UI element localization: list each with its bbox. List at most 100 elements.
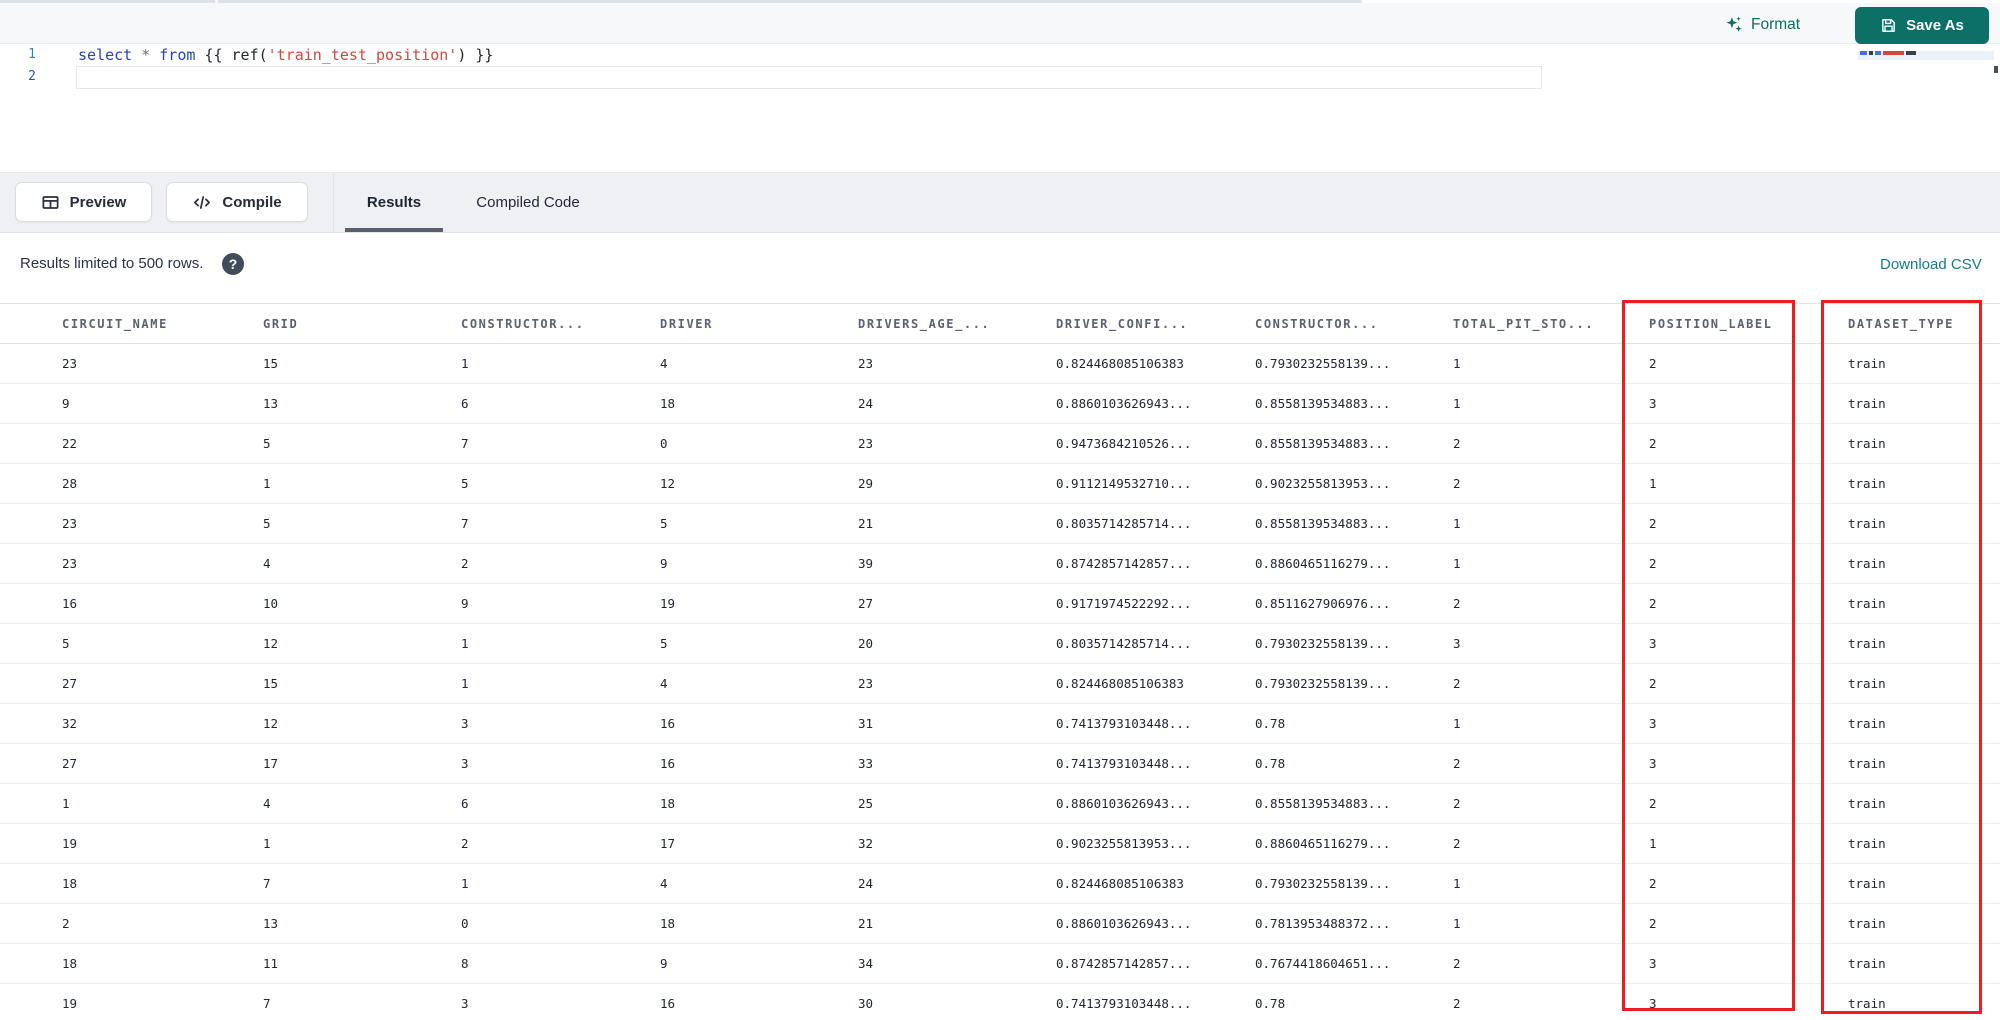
- save-icon: [1880, 17, 1897, 34]
- table-cell: 2: [1453, 463, 1649, 504]
- table-cell: 3: [1453, 623, 1649, 664]
- table-cell: 4: [263, 783, 461, 824]
- action-bar: Preview Compile Results Compiled Code: [0, 172, 2000, 233]
- table-cell: 18: [660, 383, 858, 424]
- editor-toolbar: Format Save As: [0, 3, 2000, 44]
- table-cell: 0.8860103626943...: [1056, 903, 1255, 944]
- table-cell: 23: [0, 503, 263, 544]
- current-line-highlight: [76, 66, 1542, 89]
- column-header-position-label: POSITION_LABEL: [1649, 303, 1848, 344]
- table-cell: 0: [461, 903, 660, 944]
- table-cell: 19: [0, 983, 263, 1020]
- table-cell: 1: [0, 783, 263, 824]
- table-cell: train: [1848, 703, 2000, 744]
- table-cell: 1: [1453, 503, 1649, 544]
- active-tab-underline: [345, 228, 443, 232]
- table-cell: train: [1848, 423, 2000, 464]
- table-cell: 1: [1453, 383, 1649, 424]
- table-cell: 3: [1649, 623, 1848, 664]
- code-editor[interactable]: 1 2 select * from {{ ref('train_test_pos…: [0, 44, 2000, 172]
- table-cell: 3: [1649, 703, 1848, 744]
- table-cell: 7: [263, 863, 461, 904]
- table-cell: 2: [1453, 983, 1649, 1020]
- column-header-drivers-age: DRIVERS_AGE_...: [858, 303, 1056, 344]
- code-icon: [192, 193, 212, 212]
- table-row: 23 15 1 4 23 0.824468085106383 0.7930232558139…: [0, 343, 2000, 384]
- code-token-string: 'train_test_position': [267, 46, 458, 64]
- table-cell: train: [1848, 383, 2000, 424]
- column-header-driver-confi: DRIVER_CONFI...: [1056, 303, 1255, 344]
- table-cell: 2: [1453, 943, 1649, 984]
- table-cell: 15: [263, 663, 461, 704]
- table-cell: 16: [0, 583, 263, 624]
- table-cell: 1: [263, 823, 461, 864]
- results-table-wrap: CIRCUIT_NAME GRID CONSTRUCTOR... DRIVER DRIV…: [0, 303, 2000, 1020]
- table-cell: 3: [461, 983, 660, 1020]
- table-cell: 4: [660, 863, 858, 904]
- table-cell: 16: [660, 743, 858, 784]
- compile-button[interactable]: Compile: [166, 182, 308, 222]
- table-cell: 24: [858, 383, 1056, 424]
- table-cell: train: [1848, 943, 2000, 984]
- table-cell: 2: [1649, 543, 1848, 584]
- table-cell: 0: [660, 423, 858, 464]
- table-cell: 5: [461, 463, 660, 504]
- table-cell: train: [1848, 783, 2000, 824]
- table-cell: 0.824468085106383: [1056, 863, 1255, 904]
- table-cell: 2: [1649, 583, 1848, 624]
- table-cell: 4: [660, 343, 858, 384]
- preview-button[interactable]: Preview: [15, 182, 152, 222]
- table-cell: 34: [858, 943, 1056, 984]
- code-token-operator: *: [141, 46, 160, 64]
- table-cell: 32: [0, 703, 263, 744]
- results-limit-notice: Results limited to 500 rows.: [20, 255, 204, 272]
- table-header-row: CIRCUIT_NAME GRID CONSTRUCTOR... DRIVER DRIV…: [0, 303, 2000, 344]
- table-cell: 27: [0, 743, 263, 784]
- column-header-constructor: CONSTRUCTOR...: [1255, 303, 1453, 344]
- download-csv-link[interactable]: Download CSV: [1880, 256, 1982, 273]
- table-cell: 39: [858, 543, 1056, 584]
- table-cell: 16: [660, 703, 858, 744]
- table-cell: 0.9023255813953...: [1056, 823, 1255, 864]
- table-cell: train: [1848, 743, 2000, 784]
- table-cell: 27: [858, 583, 1056, 624]
- table-cell: 3: [461, 703, 660, 744]
- table-cell: 0.824468085106383: [1056, 663, 1255, 704]
- table-grid-icon: [41, 193, 60, 212]
- table-cell: 20: [858, 623, 1056, 664]
- column-header-circuit-name: CIRCUIT_NAME: [0, 303, 263, 344]
- table-cell: 0.8558139534883...: [1255, 503, 1453, 544]
- table-cell: 6: [461, 783, 660, 824]
- help-icon[interactable]: ?: [222, 253, 244, 275]
- table-cell: 2: [1453, 663, 1649, 704]
- table-cell: 29: [858, 463, 1056, 504]
- table-cell: 1: [1453, 343, 1649, 384]
- tab-compiled-code[interactable]: Compiled Code: [458, 173, 598, 232]
- table-cell: 0.7930232558139...: [1255, 663, 1453, 704]
- table-cell: 24: [858, 863, 1056, 904]
- table-cell: 21: [858, 903, 1056, 944]
- table-cell: train: [1848, 823, 2000, 864]
- table-cell: 0.8742857142857...: [1056, 943, 1255, 984]
- minimap[interactable]: [1858, 49, 1994, 75]
- format-button[interactable]: Format: [1724, 12, 1800, 38]
- column-header-dataset-type: DATASET_TYPE: [1848, 303, 2000, 344]
- table-cell: 0.7930232558139...: [1255, 343, 1453, 384]
- tab-results[interactable]: Results: [345, 173, 443, 232]
- code-line[interactable]: select * from {{ ref('train_test_positio…: [78, 44, 493, 66]
- table-cell: 2: [1649, 663, 1848, 704]
- table-cell: train: [1848, 463, 2000, 504]
- table-cell: 2: [1453, 823, 1649, 864]
- table-cell: 30: [858, 983, 1056, 1020]
- table-row: 5 12 1 5 20 0.8035714285714... 0.7930232558139…: [0, 623, 2000, 664]
- table-cell: train: [1848, 343, 2000, 384]
- table-cell: 11: [263, 943, 461, 984]
- table-cell: 0.7930232558139...: [1255, 623, 1453, 664]
- table-row: 2 13 0 18 21 0.8860103626943... 0.781395348837…: [0, 903, 2000, 944]
- save-as-button[interactable]: Save As: [1855, 7, 1989, 44]
- table-cell: 12: [263, 623, 461, 664]
- table-cell: 18: [660, 903, 858, 944]
- table-cell: 5: [263, 423, 461, 464]
- table-cell: train: [1848, 863, 2000, 904]
- table-cell: 2: [1453, 423, 1649, 464]
